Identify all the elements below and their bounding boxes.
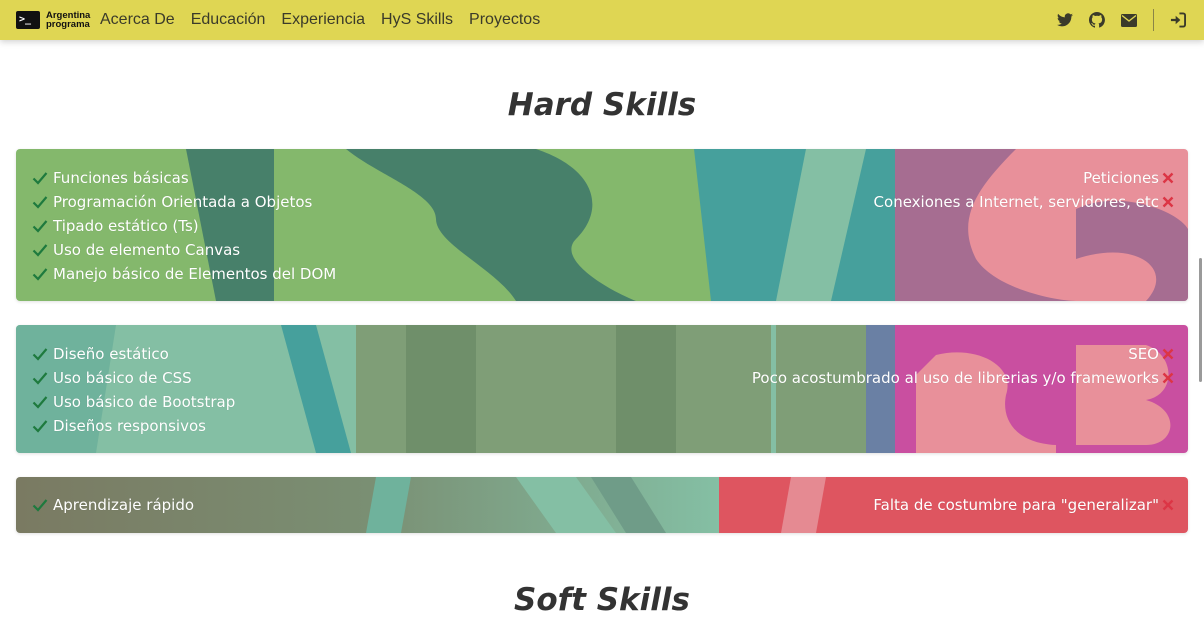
nav-link-experiencia[interactable]: Experiencia xyxy=(281,11,365,29)
weakness-item: Falta de costumbre para "generalizar" xyxy=(873,493,1174,517)
check-icon xyxy=(32,348,48,361)
check-icon xyxy=(32,268,48,281)
nav-link-hys-skills[interactable]: HyS Skills xyxy=(381,11,453,29)
weakness-item: Conexiones a Internet, servidores, etc xyxy=(874,190,1174,214)
strength-item: Programación Orientada a Objetos xyxy=(32,190,336,214)
weaknesses-list: Peticiones Conexiones a Internet, servid… xyxy=(874,166,1174,214)
strength-item: Aprendizaje rápido xyxy=(32,493,194,517)
strength-item: Manejo básico de Elementos del DOM xyxy=(32,262,336,286)
x-icon xyxy=(1162,172,1174,184)
strength-label: Uso básico de Bootstrap xyxy=(53,393,236,411)
nav-link-proyectos[interactable]: Proyectos xyxy=(469,11,540,29)
argentina-programa-logo[interactable]: >_ Argentina programa xyxy=(16,11,92,29)
soft-skills-title: Soft Skills xyxy=(514,582,690,618)
weakness-label: Conexiones a Internet, servidores, etc xyxy=(873,193,1159,211)
terminal-logo-icon: >_ xyxy=(16,11,40,29)
strength-label: Tipado estático (Ts) xyxy=(53,217,199,235)
strength-item: Funciones básicas xyxy=(32,166,336,190)
strength-label: Diseños responsivos xyxy=(53,417,206,435)
strengths-list: Aprendizaje rápido xyxy=(32,493,194,517)
nav-divider xyxy=(1153,9,1154,31)
hard-skill-card-2: Diseño estático Uso básico de CSS Uso bá… xyxy=(16,325,1188,453)
social-icons xyxy=(1041,0,1186,40)
hard-skill-card-3: Aprendizaje rápido Falta de costumbre pa… xyxy=(16,477,1188,533)
strengths-list: Diseño estático Uso básico de CSS Uso bá… xyxy=(32,342,235,438)
x-icon xyxy=(1162,196,1174,208)
weakness-label: Falta de costumbre para "generalizar" xyxy=(873,496,1159,514)
x-icon xyxy=(1162,372,1174,384)
check-icon xyxy=(32,196,48,209)
strength-item: Uso de elemento Canvas xyxy=(32,238,336,262)
envelope-icon[interactable] xyxy=(1121,12,1137,28)
weakness-item: SEO xyxy=(752,342,1174,366)
strength-label: Uso de elemento Canvas xyxy=(53,241,241,259)
strength-label: Aprendizaje rápido xyxy=(53,496,195,514)
weaknesses-list: SEO Poco acostumbrado al uso de libreria… xyxy=(752,342,1174,390)
check-icon xyxy=(32,499,48,512)
sign-in-icon[interactable] xyxy=(1170,12,1186,28)
x-icon xyxy=(1162,348,1174,360)
check-icon xyxy=(32,172,48,185)
weakness-item: Poco acostumbrado al uso de librerias y/… xyxy=(752,366,1174,390)
weakness-item: Peticiones xyxy=(874,166,1174,190)
strength-label: Diseño estático xyxy=(53,345,169,363)
check-icon xyxy=(32,244,48,257)
nav-link-educacion[interactable]: Educación xyxy=(191,11,266,29)
strength-label: Uso básico de CSS xyxy=(53,369,192,387)
hard-skill-card-1: Funciones básicas Programación Orientada… xyxy=(16,149,1188,301)
strength-item: Diseño estático xyxy=(32,342,235,366)
weakness-label: Poco acostumbrado al uso de librerias y/… xyxy=(751,369,1159,387)
check-icon xyxy=(32,396,48,409)
strength-label: Programación Orientada a Objetos xyxy=(53,193,313,211)
check-icon xyxy=(32,420,48,433)
logo-text: Argentina programa xyxy=(46,11,90,30)
strength-item: Uso básico de CSS xyxy=(32,366,235,390)
weakness-label: SEO xyxy=(1128,345,1159,363)
weakness-label: Peticiones xyxy=(1083,169,1159,187)
nav-link-acerca-de[interactable]: Acerca De xyxy=(100,11,175,29)
hard-skills-title: Hard Skills xyxy=(507,87,697,123)
strength-item: Uso básico de Bootstrap xyxy=(32,390,235,414)
x-icon xyxy=(1162,499,1174,511)
strength-item: Diseños responsivos xyxy=(32,414,235,438)
check-icon xyxy=(32,220,48,233)
strength-label: Manejo básico de Elementos del DOM xyxy=(53,265,337,283)
logo-line2: programa xyxy=(46,19,90,30)
twitter-icon[interactable] xyxy=(1057,12,1073,28)
weaknesses-list: Falta de costumbre para "generalizar" xyxy=(873,493,1174,517)
navbar: >_ Argentina programa Acerca De Educació… xyxy=(0,0,1204,40)
github-icon[interactable] xyxy=(1089,12,1105,28)
check-icon xyxy=(32,372,48,385)
strengths-list: Funciones básicas Programación Orientada… xyxy=(32,166,336,286)
strength-label: Funciones básicas xyxy=(53,169,189,187)
strength-item: Tipado estático (Ts) xyxy=(32,214,336,238)
nav-links: Acerca De Educación Experiencia HyS Skil… xyxy=(100,11,556,29)
page-scrollbar[interactable] xyxy=(1199,258,1202,382)
